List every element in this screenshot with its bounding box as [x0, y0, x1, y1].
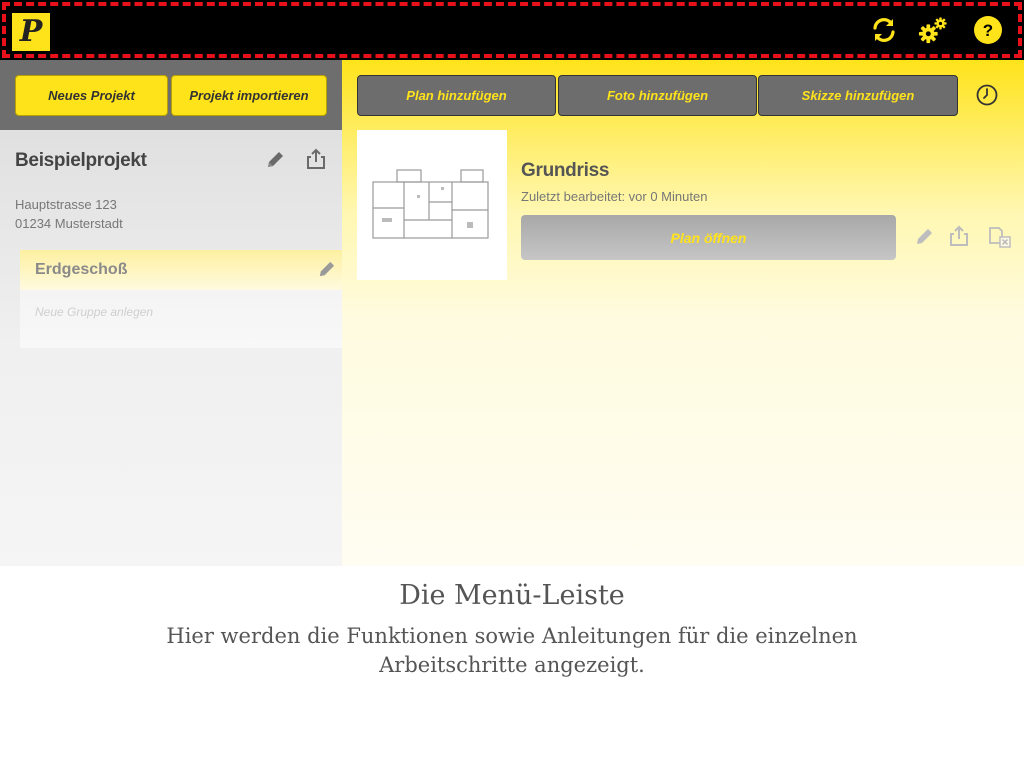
import-project-button[interactable]: Projekt importieren: [171, 75, 327, 116]
new-project-button[interactable]: Neues Projekt: [15, 75, 168, 116]
caption-title: Die Menü-Leiste: [399, 580, 625, 611]
new-group-input[interactable]: Neue Gruppe anlegen: [20, 290, 342, 348]
sidebar-toolbar: Neues Projekt Projekt importieren: [0, 60, 342, 130]
project-address-city: 01234 Musterstadt: [15, 216, 123, 231]
project-address-street: Hauptstrasse 123: [15, 197, 117, 212]
group-label: Erdgeschoß: [35, 261, 128, 278]
help-icon[interactable]: ?: [973, 15, 1003, 45]
project-sidebar: Neues Projekt Projekt importieren Beispi…: [0, 60, 342, 566]
share-icon[interactable]: [305, 148, 327, 175]
group-item[interactable]: Erdgeschoß: [20, 250, 342, 290]
floor-plan-thumbnail[interactable]: [357, 130, 507, 280]
app-logo[interactable]: P: [12, 13, 50, 51]
caption-text: Hier werden die Funktionen sowie Anleitu…: [166, 624, 858, 677]
plan-title: Grundriss: [521, 160, 610, 181]
settings-icon[interactable]: [918, 15, 948, 45]
new-group-placeholder: Neue Gruppe anlegen: [35, 305, 154, 319]
add-sketch-button[interactable]: Skizze hinzufügen: [758, 75, 958, 116]
plan-last-edited: Zuletzt bearbeitet: vor 0 Minuten: [521, 189, 708, 204]
pencil-icon[interactable]: [317, 260, 336, 284]
menu-bar: P ?: [0, 0, 1024, 60]
history-icon[interactable]: [975, 83, 999, 112]
add-photo-button[interactable]: Foto hinzufügen: [558, 75, 757, 116]
sync-icon[interactable]: [869, 15, 899, 45]
open-plan-button[interactable]: Plan öffnen: [521, 215, 896, 260]
pencil-icon[interactable]: [914, 227, 934, 252]
delete-plan-icon[interactable]: [988, 225, 1012, 254]
add-plan-button[interactable]: Plan hinzufügen: [357, 75, 556, 116]
share-icon[interactable]: [948, 225, 970, 252]
project-title: Beispielprojekt: [15, 150, 147, 171]
pencil-icon[interactable]: [265, 150, 285, 175]
help-glyph: ?: [983, 21, 993, 40]
plan-area: Plan hinzufügen Foto hinzufügen Skizze h…: [342, 60, 1024, 566]
